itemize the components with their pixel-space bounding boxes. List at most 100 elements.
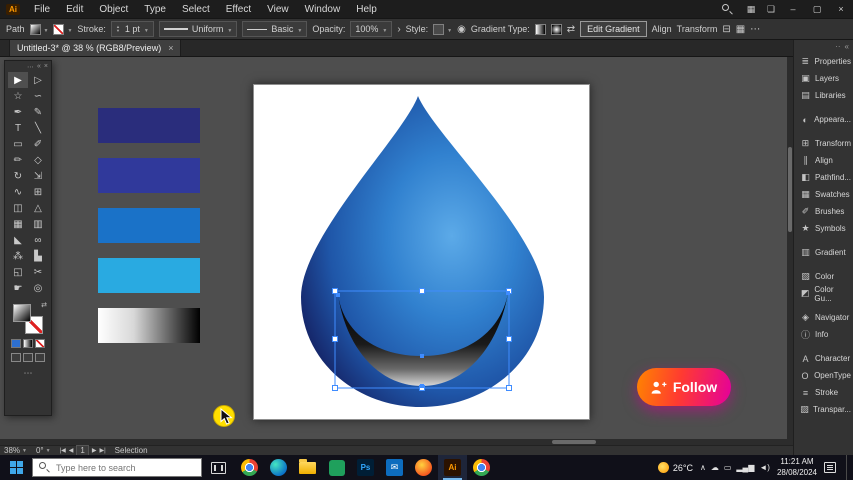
taskbar-green-app[interactable]	[322, 455, 351, 480]
edit-toolbar-button[interactable]: ⋯	[24, 368, 33, 379]
slice-tool[interactable]: ✂	[28, 264, 48, 280]
cloud-icon[interactable]: ☁	[711, 463, 719, 472]
fill-indicator[interactable]	[13, 304, 31, 322]
mesh-tool[interactable]: ▦	[8, 216, 28, 232]
chevron-up-icon[interactable]: ∧	[700, 463, 706, 472]
recolor-artwork-icon[interactable]: ◉	[457, 24, 466, 35]
fill-swatch[interactable]	[29, 23, 41, 35]
width-tool[interactable]: ∿	[8, 184, 28, 200]
transform-link[interactable]: Transform	[677, 24, 718, 34]
panel-tab-navigator[interactable]: ◈ Navigator	[794, 309, 853, 326]
perspective-grid-tool[interactable]: △	[28, 200, 48, 216]
magic-wand-tool[interactable]: ☆	[8, 88, 28, 104]
align-link[interactable]: Align	[652, 24, 672, 34]
taskbar-orange-app[interactable]	[409, 455, 438, 480]
ellipsis-icon[interactable]: ⋯	[750, 24, 760, 35]
panel-tab-appeara[interactable]: ◐ Appeara...	[794, 111, 853, 128]
volume-icon[interactable]: ◄)	[759, 463, 770, 472]
stroke-weight-control[interactable]: 1 pt	[110, 21, 154, 37]
zoom-tool[interactable]: ◎	[28, 280, 48, 296]
pencil-tool[interactable]: ✏	[8, 152, 28, 168]
pasteboard[interactable]: Follow	[0, 57, 793, 439]
battery-icon[interactable]: ▭	[724, 463, 732, 472]
menu-window[interactable]: Window	[297, 4, 349, 15]
panel-tab-swatches[interactable]: ▦ Swatches	[794, 186, 853, 203]
first-artboard-icon[interactable]: |◀	[60, 446, 66, 456]
taskbar-search[interactable]	[32, 458, 202, 477]
panel-tab-align[interactable]: ∥ Align	[794, 152, 853, 169]
panel-tab-layers[interactable]: ▣ Layers	[794, 70, 853, 87]
stroke-swatch[interactable]	[53, 23, 65, 35]
pen-tool[interactable]: ✒	[8, 104, 28, 120]
maximize-button[interactable]: ▢	[805, 0, 829, 18]
swatch-blue[interactable]	[98, 208, 200, 243]
menu-view[interactable]: View	[259, 4, 297, 15]
grid-icon[interactable]: ▦	[736, 24, 745, 35]
eyedropper-tool[interactable]: ◣	[8, 232, 28, 248]
fill-color-control[interactable]	[29, 23, 49, 35]
dock-drag-handle[interactable]: ⋯	[27, 63, 34, 71]
panel-tab-pathfind[interactable]: ◧ Pathfind...	[794, 169, 853, 186]
horizontal-scroll-thumb[interactable]	[552, 440, 596, 444]
weather-widget[interactable]: 26°C	[657, 462, 693, 473]
column-graph-tool[interactable]: ▙	[28, 248, 48, 264]
panel-tab-character[interactable]: A Character	[794, 350, 853, 367]
menu-select[interactable]: Select	[174, 4, 218, 15]
follow-button[interactable]: Follow	[637, 368, 731, 406]
panel-tab-libraries[interactable]: ▤ Libraries	[794, 87, 853, 104]
arrange-documents-icon[interactable]: ❏	[761, 4, 781, 15]
fill-stroke-indicator[interactable]: ⇄	[13, 302, 47, 334]
start-button[interactable]	[0, 455, 32, 480]
shape-builder-tool[interactable]: ◫	[8, 200, 28, 216]
radial-gradient-button[interactable]	[550, 23, 562, 35]
panel-tab-gradient[interactable]: ▥ Gradient	[794, 244, 853, 261]
action-center-icon[interactable]	[824, 462, 836, 473]
stepper-icon[interactable]	[116, 25, 120, 33]
taskbar-mail[interactable]: ✉	[380, 455, 409, 480]
curvature-tool[interactable]: ✎	[28, 104, 48, 120]
linear-gradient-button[interactable]	[534, 23, 546, 35]
stroke-color-control[interactable]	[53, 23, 72, 35]
swatch-navy[interactable]	[98, 158, 200, 193]
isolate-icon[interactable]: ⊟	[722, 24, 730, 35]
signal-icon[interactable]: ▂▄▆	[736, 463, 754, 472]
clock[interactable]: 11:21 AM 28/08/2024	[777, 457, 817, 478]
menu-effect[interactable]: Effect	[218, 4, 259, 15]
paintbrush-tool[interactable]: ✐	[28, 136, 48, 152]
taskbar-chrome[interactable]	[235, 455, 264, 480]
panel-tab-properties[interactable]: ≣ Properties	[794, 53, 853, 70]
menu-file[interactable]: File	[26, 4, 58, 15]
close-button[interactable]: ×	[829, 0, 853, 18]
menu-edit[interactable]: Edit	[58, 4, 91, 15]
draw-behind-button[interactable]	[23, 353, 33, 362]
workspace-switcher-icon[interactable]: ▦	[741, 4, 761, 15]
document-tab[interactable]: Untitled-3* @ 38 % (RGB8/Preview) ×	[9, 40, 182, 56]
dock-options-icon[interactable]: ··	[835, 42, 840, 51]
panel-tab-brushes[interactable]: ✐ Brushes	[794, 203, 853, 220]
rotate-tool[interactable]: ↻	[8, 168, 28, 184]
artboard[interactable]	[253, 84, 590, 420]
panel-tab-transform[interactable]: ⊞ Transform	[794, 135, 853, 152]
line-segment-tool[interactable]: ╲	[28, 120, 48, 136]
gradient-tool[interactable]: ▥	[28, 216, 48, 232]
taskbar-illustrator[interactable]: Ai	[438, 455, 467, 480]
draw-inside-button[interactable]	[35, 353, 45, 362]
task-view-button[interactable]	[211, 461, 226, 474]
opacity-select[interactable]: 100%	[350, 21, 393, 37]
panel-tab-color[interactable]: ▧ Color	[794, 268, 853, 285]
swatch-dark-navy[interactable]	[98, 108, 200, 143]
gradient-mode-button[interactable]	[23, 339, 33, 348]
collapse-tools-icon[interactable]: «	[37, 63, 41, 70]
next-artboard-icon[interactable]: ▶	[92, 446, 97, 456]
color-mode-button[interactable]	[11, 339, 21, 348]
swatch-bw-gradient[interactable]	[98, 308, 200, 343]
taskbar-photoshop[interactable]: Ps	[351, 455, 380, 480]
type-tool[interactable]: T	[8, 120, 28, 136]
taskbar-browser[interactable]	[467, 455, 496, 480]
more-options-icon[interactable]: ›	[397, 24, 400, 35]
last-artboard-icon[interactable]: ▶|	[99, 446, 105, 456]
panel-tab-info[interactable]: ⓘ Info	[794, 326, 853, 343]
menu-type[interactable]: Type	[136, 4, 174, 15]
draw-normal-button[interactable]	[11, 353, 21, 362]
edit-gradient-button[interactable]: Edit Gradient	[580, 21, 647, 37]
